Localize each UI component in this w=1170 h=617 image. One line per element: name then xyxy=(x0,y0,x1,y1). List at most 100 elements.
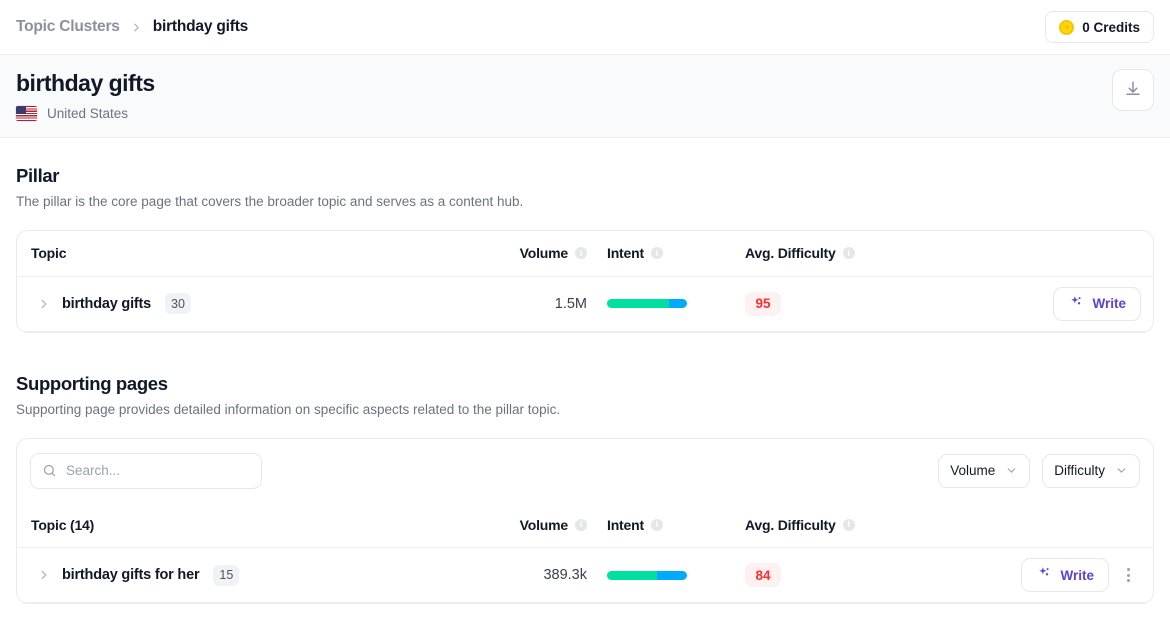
coin-icon xyxy=(1059,19,1075,35)
search-icon xyxy=(42,463,57,478)
write-button[interactable]: Write xyxy=(1053,286,1141,321)
column-label: Topic (14) xyxy=(31,516,95,533)
credits-badge[interactable]: 0 Credits xyxy=(1045,11,1154,43)
pillar-table-card: Topic Volume i Intent i Avg. Difficulty i xyxy=(16,230,1154,333)
cell-actions: Write xyxy=(935,547,1153,603)
supporting-description: Supporting page provides detailed inform… xyxy=(16,401,561,417)
pillar-heading: Pillar xyxy=(16,165,60,186)
export-download-button[interactable] xyxy=(1112,69,1154,111)
page-title: birthday gifts xyxy=(16,70,155,96)
pillar-section: Pillar The pillar is the core page that … xyxy=(16,138,1154,333)
column-header-volume[interactable]: Volume i xyxy=(501,502,605,548)
supporting-heading: Supporting pages xyxy=(16,372,168,394)
column-label: Volume xyxy=(519,516,569,533)
topic-name[interactable]: birthday gifts xyxy=(62,296,151,312)
supporting-table-card: Volume Difficulty xyxy=(16,437,1154,604)
info-icon[interactable]: i xyxy=(842,247,855,260)
column-header-topic[interactable]: Topic xyxy=(17,231,501,277)
breadcrumb-current: birthday gifts xyxy=(152,18,249,35)
cell-volume: 1.5M xyxy=(501,276,605,332)
info-icon[interactable]: i xyxy=(575,247,587,260)
breadcrumb: Topic Clusters birthday gifts xyxy=(16,18,248,36)
column-header-actions xyxy=(935,502,1153,548)
keyword-count-badge: 30 xyxy=(165,293,191,314)
intent-segment-informational xyxy=(607,299,670,308)
supporting-pages-section: Supporting pages Supporting page provide… xyxy=(16,333,1154,604)
cell-intent xyxy=(605,276,745,332)
cell-actions: Write xyxy=(935,276,1153,332)
chevron-right-icon xyxy=(130,21,143,34)
pillar-table-body: birthday gifts 30 1.5M 95 Write xyxy=(17,276,1153,332)
us-flag-icon xyxy=(16,105,37,121)
info-icon[interactable]: i xyxy=(575,518,587,531)
write-button[interactable]: Write xyxy=(1021,558,1109,592)
pillar-table-head: Topic Volume i Intent i Avg. Difficulty i xyxy=(17,231,1153,277)
search-box[interactable] xyxy=(30,452,262,489)
expand-row-chevron-icon[interactable] xyxy=(31,291,57,317)
column-header-intent[interactable]: Intent i xyxy=(605,231,745,277)
supporting-toolbar: Volume Difficulty xyxy=(17,439,1153,503)
column-header-intent[interactable]: Intent i xyxy=(605,502,745,548)
main-content: Pillar The pillar is the core page that … xyxy=(0,138,1170,604)
intent-segment-commercial xyxy=(656,570,687,580)
difficulty-badge: 95 xyxy=(745,291,781,316)
filter-difficulty-dropdown[interactable]: Difficulty xyxy=(1042,453,1140,488)
locale-row: United States xyxy=(16,105,155,121)
info-icon[interactable]: i xyxy=(842,518,855,531)
column-header-avg-difficulty[interactable]: Avg. Difficulty i xyxy=(745,231,935,277)
sparkle-icon xyxy=(1036,566,1051,584)
pillar-description: The pillar is the core page that covers … xyxy=(16,194,524,209)
write-button-label: Write xyxy=(1092,296,1126,311)
table-header-row: Topic Volume i Intent i Avg. Difficulty i xyxy=(17,231,1153,277)
filter-label: Difficulty xyxy=(1054,463,1105,478)
intent-segment-commercial xyxy=(669,299,687,308)
column-header-volume[interactable]: Volume i xyxy=(501,231,605,277)
cell-difficulty: 95 xyxy=(745,276,935,332)
chevron-down-icon xyxy=(1005,464,1018,477)
sparkle-icon xyxy=(1068,295,1083,313)
intent-bar xyxy=(607,299,687,308)
table-header-row: Topic (14) Volume i Intent i Avg. Difficul… xyxy=(17,502,1153,548)
page-header-text: birthday gifts United States xyxy=(16,69,155,121)
column-label: Volume xyxy=(519,245,569,262)
search-input[interactable] xyxy=(66,463,250,478)
pillar-table: Topic Volume i Intent i Avg. Difficulty i xyxy=(17,231,1153,332)
intent-bar xyxy=(607,570,687,580)
filter-volume-dropdown[interactable]: Volume xyxy=(938,453,1031,488)
info-icon[interactable]: i xyxy=(650,518,663,531)
cell-volume: 389.3k xyxy=(501,547,605,603)
supporting-table: Topic (14) Volume i Intent i Avg. Difficul… xyxy=(17,502,1153,603)
cell-topic: birthday gifts 30 xyxy=(17,276,501,332)
intent-segment-informational xyxy=(607,570,657,580)
table-row[interactable]: birthday gifts 30 1.5M 95 Write xyxy=(17,276,1153,332)
kebab-menu-icon[interactable] xyxy=(1115,558,1141,592)
top-bar: Topic Clusters birthday gifts 0 Credits xyxy=(0,0,1170,55)
info-icon[interactable]: i xyxy=(650,247,663,260)
supporting-table-body: birthday gifts for her 15 389.3k 84 Writ… xyxy=(17,547,1153,603)
column-label: Topic xyxy=(31,245,67,262)
column-header-topic[interactable]: Topic (14) xyxy=(17,502,501,548)
cell-difficulty: 84 xyxy=(745,547,935,603)
column-label: Avg. Difficulty xyxy=(745,516,836,533)
column-header-avg-difficulty[interactable]: Avg. Difficulty i xyxy=(745,502,935,548)
filter-label: Volume xyxy=(950,463,996,478)
topic-name[interactable]: birthday gifts for her xyxy=(62,567,200,583)
keyword-count-badge: 15 xyxy=(213,564,240,586)
chevron-down-icon xyxy=(1115,464,1128,477)
locale-label: United States xyxy=(47,105,129,121)
download-icon xyxy=(1124,80,1142,101)
column-label: Avg. Difficulty xyxy=(745,245,836,262)
difficulty-badge: 84 xyxy=(745,563,781,587)
column-label: Intent xyxy=(607,516,644,533)
column-header-actions xyxy=(935,231,1153,277)
page-header: birthday gifts United States xyxy=(0,55,1170,138)
column-label: Intent xyxy=(607,245,644,262)
breadcrumb-link-topic-clusters[interactable]: Topic Clusters xyxy=(16,18,120,36)
credits-label: 0 Credits xyxy=(1082,19,1140,35)
cell-intent xyxy=(605,547,745,603)
table-row[interactable]: birthday gifts for her 15 389.3k 84 Writ… xyxy=(17,547,1153,603)
expand-row-chevron-icon[interactable] xyxy=(31,562,57,588)
filter-group: Volume Difficulty xyxy=(938,453,1140,488)
write-button-label: Write xyxy=(1060,567,1094,583)
supporting-table-head: Topic (14) Volume i Intent i Avg. Difficul… xyxy=(17,502,1153,548)
